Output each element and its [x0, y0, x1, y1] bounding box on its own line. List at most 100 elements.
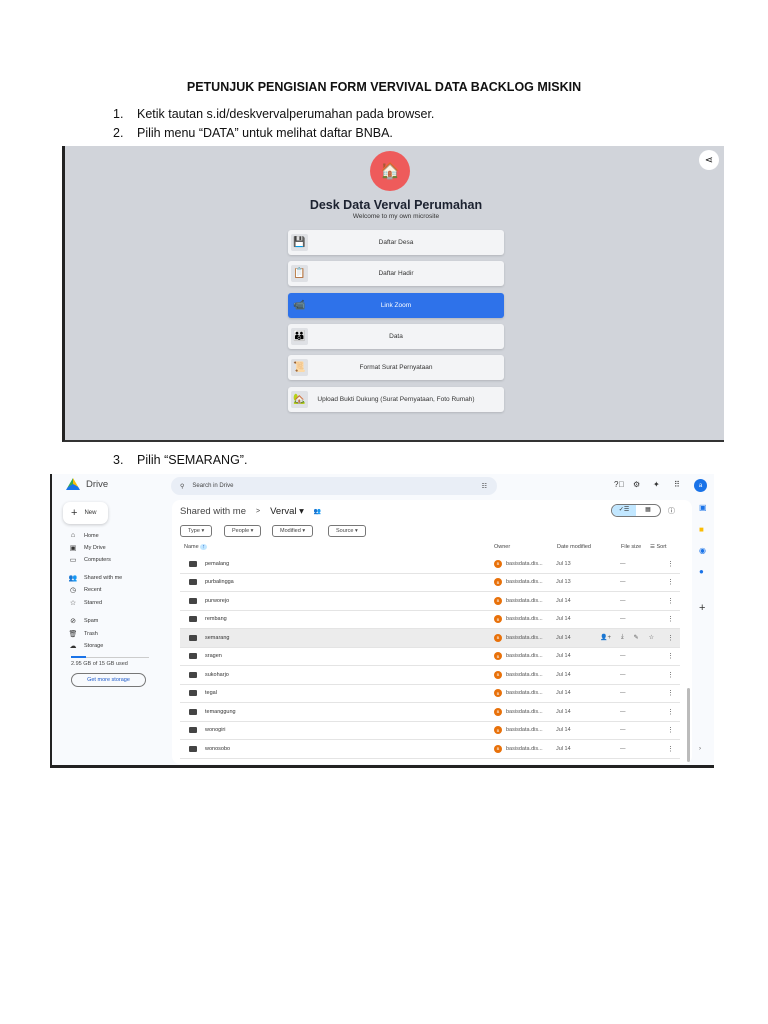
star-icon[interactable]: ☆	[649, 634, 654, 641]
column-owner[interactable]: Owner	[494, 544, 510, 550]
list-view-icon[interactable]: ✓☰	[612, 505, 636, 516]
get-more-storage-button[interactable]: Get more storage	[71, 673, 146, 687]
sidebar-item-shared-with-me[interactable]: 👥 Shared with me	[68, 574, 123, 582]
more-options-icon[interactable]: ⋮	[667, 726, 674, 734]
gemini-icon[interactable]: ✦	[653, 480, 660, 489]
sidebar-item-storage[interactable]: ☁ Storage	[68, 642, 104, 650]
sidebar-item-computers[interactable]: ▭ Computers	[68, 556, 111, 564]
column-file-size[interactable]: File size	[621, 544, 641, 550]
share-icon[interactable]: 👤+	[600, 634, 611, 641]
menu-button-daftar-1[interactable]: 📋 Daftar Hadir	[288, 261, 504, 286]
file-row-temanggung[interactable]: temanggung Bbasisdata.dis... Jul 14 — ⋮	[180, 703, 680, 722]
filter-chip-1[interactable]: People ▾	[224, 525, 262, 537]
sidebar-item-starred[interactable]: ☆ Starred	[68, 599, 102, 607]
breadcrumb-verval[interactable]: Verval ▾	[270, 506, 304, 517]
more-options-icon[interactable]: ⋮	[667, 560, 674, 568]
column-name[interactable]: Name ↑	[184, 544, 207, 550]
menu-button-label: Format Surat Pernyataan	[359, 364, 433, 371]
shared-folder-icon	[189, 727, 197, 734]
file-row-purworejo[interactable]: purworejo Bbasisdata.dis... Jul 14 — ⋮	[180, 592, 680, 611]
expand-panel-icon[interactable]: ›	[699, 746, 701, 752]
calendar-icon[interactable]: ▣	[699, 503, 707, 512]
filter-options-icon[interactable]: ☷	[482, 483, 487, 490]
details-icon[interactable]: ⓘ	[668, 506, 675, 516]
apps-grid-icon[interactable]: ⠿	[674, 480, 680, 489]
file-row-sragen[interactable]: sragen Bbasisdata.dis... Jul 14 — ⋮	[180, 648, 680, 666]
owner: basisdata.dis...	[506, 727, 543, 734]
breadcrumb-shared-with-me[interactable]: Shared with me	[180, 506, 246, 517]
sidebar-item-recent[interactable]: ◷ Recent	[68, 586, 102, 594]
file-row-rembang[interactable]: rembang Bbasisdata.dis... Jul 14 — ⋮	[180, 611, 680, 629]
file-row-semarang[interactable]: semarang Bbasisdata.dis... Jul 14 👤+ ⤓ ✎ ☆ ⋮	[180, 629, 680, 648]
search-input[interactable]: ⚲ Search in Drive ☷	[171, 477, 497, 495]
sidebar-item-my-drive[interactable]: ▣ My Drive	[68, 544, 106, 552]
date-modified: Jul 14	[556, 671, 571, 678]
sidebar-item-trash[interactable]: 🗑 Trash	[68, 630, 98, 638]
sort-arrow-up-icon[interactable]: ↑	[200, 544, 207, 550]
download-icon[interactable]: ⤓	[621, 634, 624, 641]
add-addon-icon[interactable]: +	[699, 602, 705, 614]
grid-view-icon[interactable]: ▦	[636, 505, 660, 516]
settings-icon[interactable]: ⚙	[633, 480, 640, 489]
rename-icon[interactable]: ✎	[634, 634, 639, 641]
new-button[interactable]: + New	[63, 502, 108, 524]
owner-avatar: B	[494, 707, 502, 716]
owner: basisdata.dis...	[506, 579, 543, 586]
file-row-wonosobo[interactable]: wonosobo Bbasisdata.dis... Jul 14 — ⋮	[180, 740, 680, 759]
menu-button-daftar-0[interactable]: 💾 Daftar Desa	[288, 230, 504, 255]
step-2: 2. Pilih menu “DATA” untuk melihat daftar…	[113, 126, 393, 140]
more-options-icon[interactable]: ⋮	[667, 597, 674, 605]
menu-button-format-4[interactable]: 📜 Format Surat Pernyataan	[288, 355, 504, 380]
menu-button-label: Link Zoom	[380, 302, 412, 309]
sidebar-item-home[interactable]: ⌂ Home	[68, 532, 99, 539]
more-options-icon[interactable]: ⋮	[667, 634, 674, 642]
column-date-modified[interactable]: Date modified	[557, 544, 591, 550]
sidebar-item-spam[interactable]: ⊘ Spam	[68, 617, 98, 625]
file-size: —	[620, 727, 626, 734]
more-options-icon[interactable]: ⋮	[667, 671, 674, 679]
filter-chip-0[interactable]: Type ▾	[180, 525, 213, 537]
keep-icon[interactable]: ■	[699, 525, 704, 534]
house-logo-icon: 🏠	[370, 151, 410, 191]
computers-icon: ▭	[69, 557, 77, 564]
menu-button-upload-5[interactable]: 🏡 Upload Bukti Dukung (Surat Pernyataan, …	[288, 387, 504, 412]
more-options-icon[interactable]: ⋮	[667, 689, 674, 697]
share-icon[interactable]: ⋖	[699, 150, 719, 170]
sort-button[interactable]: ☰ Sort	[650, 544, 667, 550]
site-title: Desk Data Verval Perumahan	[309, 198, 483, 212]
file-row-sukoharjo[interactable]: sukoharjo Bbasisdata.dis... Jul 14 — ⋮	[180, 666, 680, 685]
date-modified: Jul 14	[556, 653, 571, 660]
more-options-icon[interactable]: ⋮	[667, 745, 674, 753]
shared-folder-icon	[189, 597, 197, 604]
menu-button-data-3[interactable]: 👪 Data	[288, 324, 504, 349]
menu-button-label: Daftar Hadir	[378, 270, 414, 277]
file-row-tegal[interactable]: tegal Bbasisdata.dis... Jul 14 — ⋮	[180, 685, 680, 703]
tasks-icon[interactable]: ◉	[699, 546, 706, 555]
more-options-icon[interactable]: ⋮	[667, 615, 674, 623]
owner-avatar: B	[494, 726, 502, 735]
scrollbar[interactable]	[687, 688, 690, 762]
file-row-wonogiri[interactable]: wonogiri Bbasisdata.dis... Jul 14 — ⋮	[180, 722, 680, 740]
file-row-pemalang[interactable]: pemalang Bbasisdata.dis... Jul 13 — ⋮	[180, 555, 680, 574]
view-toggle[interactable]: ✓☰ ▦	[611, 504, 661, 517]
file-row-purbalingga[interactable]: purbalingga Bbasisdata.dis... Jul 13 — ⋮	[180, 574, 680, 592]
date-modified: Jul 14	[556, 634, 571, 641]
floppy-disk-icon: 💾	[291, 234, 308, 251]
file-name: sragen	[205, 653, 222, 660]
owner: basisdata.dis...	[506, 745, 543, 752]
search-icon: ⚲	[180, 483, 185, 490]
filter-chip-3[interactable]: Source ▾	[328, 525, 366, 537]
help-icon[interactable]: ?⃝	[614, 480, 624, 489]
microsite-screenshot: 🏠 ⋖ Desk Data Verval Perumahan Welcome t…	[62, 146, 724, 442]
more-options-icon[interactable]: ⋮	[667, 652, 674, 660]
contacts-icon[interactable]: ●	[699, 567, 704, 576]
file-name: semarang	[205, 634, 230, 641]
shared-folder-icon	[189, 634, 197, 641]
more-options-icon[interactable]: ⋮	[667, 708, 674, 716]
more-options-icon[interactable]: ⋮	[667, 578, 674, 586]
file-size: —	[620, 745, 626, 752]
account-avatar[interactable]: a	[694, 479, 707, 492]
filter-chip-2[interactable]: Modified ▾	[272, 525, 314, 537]
menu-button-link-2[interactable]: 📹 Link Zoom	[288, 293, 504, 318]
file-name: temanggung	[205, 708, 236, 715]
